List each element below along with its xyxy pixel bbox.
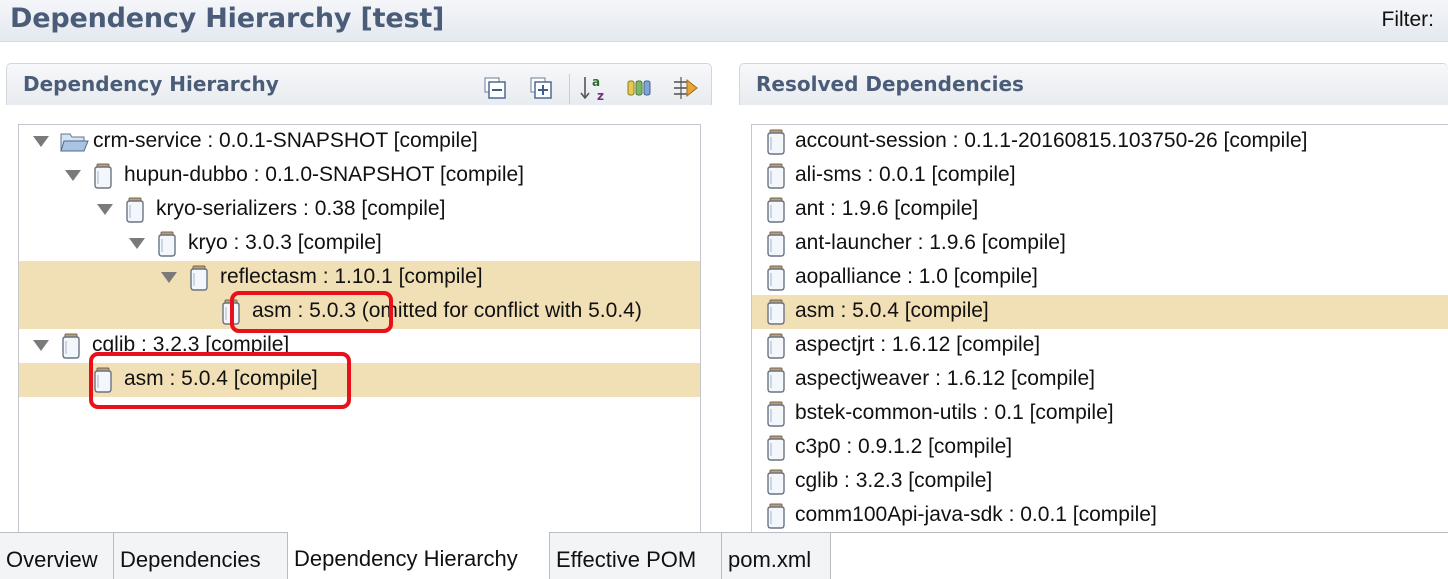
expand-triangle-icon[interactable] — [65, 170, 81, 181]
resolved-dependency-item[interactable]: ant : 1.9.6 [compile] — [752, 193, 1448, 227]
jar-icon — [764, 367, 788, 393]
jar-icon — [59, 333, 83, 359]
node-label: ant : 1.9.6 [compile] — [795, 197, 979, 220]
node-label: account-session : 0.1.1-20160815.103750-… — [795, 129, 1308, 152]
node-label: ali-sms : 0.0.1 [compile] — [795, 163, 1016, 186]
editor-tab-bar: Overview Dependencies Dependency Hierarchy… — [0, 532, 1448, 579]
jar-icon — [123, 197, 147, 223]
jar-icon — [91, 163, 115, 189]
jar-icon — [764, 265, 788, 291]
tree-node[interactable]: asm : 5.0.3 (omitted for conflict with 5… — [19, 295, 700, 329]
collapse-all-icon[interactable] — [481, 74, 511, 102]
sort-az-icon[interactable]: az — [579, 74, 609, 103]
jar-icon — [764, 231, 788, 257]
expand-triangle-icon[interactable] — [33, 340, 49, 351]
node-label: crm-service : 0.0.1-SNAPSHOT [compile] — [93, 129, 478, 152]
resolved-dependencies-header: Resolved Dependencies — [739, 63, 1448, 105]
resolved-dependency-item[interactable]: c3p0 : 0.9.1.2 [compile] — [752, 431, 1448, 465]
tree-node[interactable]: crm-service : 0.0.1-SNAPSHOT [compile] — [19, 125, 700, 159]
tab-label: Dependency Hierarchy — [294, 546, 518, 571]
tree-node[interactable]: reflectasm : 1.10.1 [compile] — [19, 261, 700, 295]
resolved-dependency-item[interactable]: asm : 5.0.4 [compile] — [752, 295, 1448, 329]
expand-triangle-icon[interactable] — [129, 238, 145, 249]
expand-all-icon[interactable] — [527, 74, 557, 102]
show-group-id-icon[interactable] — [625, 74, 655, 102]
jar-icon — [764, 469, 788, 495]
tree-node[interactable]: kryo-serializers : 0.38 [compile] — [19, 193, 700, 227]
node-label: asm : 5.0.4 [compile] — [795, 299, 989, 322]
node-label: cglib : 3.2.3 [compile] — [92, 333, 290, 356]
editor-title: Dependency Hierarchy [test] — [10, 3, 445, 34]
tab-label: Dependencies — [120, 547, 261, 572]
toolbar-separator — [569, 74, 570, 104]
tab-label: Effective POM — [556, 547, 697, 572]
resolved-dependency-item[interactable]: aspectjweaver : 1.6.12 [compile] — [752, 363, 1448, 397]
dependency-hierarchy-header: Dependency Hierarchy az — [6, 63, 712, 105]
section-title: Dependency Hierarchy — [23, 72, 279, 96]
jar-icon — [764, 333, 788, 359]
jar-icon — [764, 503, 788, 529]
node-label: reflectasm : 1.10.1 [compile] — [220, 265, 483, 288]
resolved-dependencies-list[interactable]: account-session : 0.1.1-20160815.103750-… — [751, 124, 1448, 532]
node-label: c3p0 : 0.9.1.2 [compile] — [795, 435, 1013, 458]
svg-text:z: z — [597, 89, 604, 102]
jar-icon — [187, 265, 211, 291]
node-label: kryo : 3.0.3 [compile] — [188, 231, 382, 254]
dependency-hierarchy-tree[interactable]: crm-service : 0.0.1-SNAPSHOT [compile] hu… — [18, 124, 701, 532]
filter-label: Filter: — [1381, 8, 1435, 31]
tree-node[interactable]: asm : 5.0.4 [compile] — [19, 363, 700, 397]
resolved-dependency-item[interactable]: ant-launcher : 1.9.6 [compile] — [752, 227, 1448, 261]
resolved-dependency-item[interactable]: aspectjrt : 1.6.12 [compile] — [752, 329, 1448, 363]
tree-node[interactable]: cglib : 3.2.3 [compile] — [19, 329, 700, 363]
resolved-dependency-item[interactable]: bstek-common-utils : 0.1 [compile] — [752, 397, 1448, 431]
node-label: asm : 5.0.3 (omitted for conflict with 5… — [252, 299, 642, 322]
tab-dependency-hierarchy[interactable]: Dependency Hierarchy — [288, 532, 550, 579]
jar-icon — [764, 299, 788, 325]
resolved-dependency-item[interactable]: ali-sms : 0.0.1 [compile] — [752, 159, 1448, 193]
section-title: Resolved Dependencies — [756, 72, 1024, 96]
node-label: cglib : 3.2.3 [compile] — [795, 469, 993, 492]
filter-icon[interactable] — [671, 74, 701, 102]
tree-node[interactable]: kryo : 3.0.3 [compile] — [19, 227, 700, 261]
node-label: asm : 5.0.4 [compile] — [124, 367, 318, 390]
resolved-dependency-item[interactable]: account-session : 0.1.1-20160815.103750-… — [752, 125, 1448, 159]
tab-label: Overview — [6, 547, 98, 572]
resolved-dependency-item[interactable]: comm100Api-java-sdk : 0.0.1 [compile] — [752, 499, 1448, 532]
resolved-dependency-item[interactable]: aopalliance : 1.0 [compile] — [752, 261, 1448, 295]
jar-icon — [764, 197, 788, 223]
jar-icon — [764, 435, 788, 461]
node-label: kryo-serializers : 0.38 [compile] — [156, 197, 446, 220]
tab-label: pom.xml — [728, 547, 812, 572]
jar-icon — [155, 231, 179, 257]
tab-pom-xml[interactable]: pom.xml — [722, 533, 831, 579]
project-folder-icon — [59, 129, 89, 155]
jar-icon — [764, 129, 788, 155]
node-label: comm100Api-java-sdk : 0.0.1 [compile] — [795, 503, 1157, 526]
tab-overview[interactable]: Overview — [0, 533, 114, 579]
jar-icon — [764, 163, 788, 189]
jar-icon — [219, 299, 243, 325]
expand-triangle-icon[interactable] — [33, 136, 49, 147]
editor-title-bar: Dependency Hierarchy [test] Filter: — [0, 0, 1448, 42]
tree-node[interactable]: hupun-dubbo : 0.1.0-SNAPSHOT [compile] — [19, 159, 700, 193]
node-label: aspectjweaver : 1.6.12 [compile] — [795, 367, 1095, 390]
tab-dependencies[interactable]: Dependencies — [114, 533, 288, 579]
expand-triangle-icon[interactable] — [161, 272, 177, 283]
node-label: ant-launcher : 1.9.6 [compile] — [795, 231, 1066, 254]
node-label: aopalliance : 1.0 [compile] — [795, 265, 1038, 288]
tab-effective-pom[interactable]: Effective POM — [550, 533, 722, 579]
jar-icon — [91, 367, 115, 393]
jar-icon — [764, 401, 788, 427]
node-label: bstek-common-utils : 0.1 [compile] — [795, 401, 1114, 424]
svg-text:a: a — [592, 75, 600, 89]
expand-triangle-icon[interactable] — [97, 204, 113, 215]
node-label: aspectjrt : 1.6.12 [compile] — [795, 333, 1041, 356]
node-label: hupun-dubbo : 0.1.0-SNAPSHOT [compile] — [124, 163, 524, 186]
resolved-dependency-item[interactable]: cglib : 3.2.3 [compile] — [752, 465, 1448, 499]
